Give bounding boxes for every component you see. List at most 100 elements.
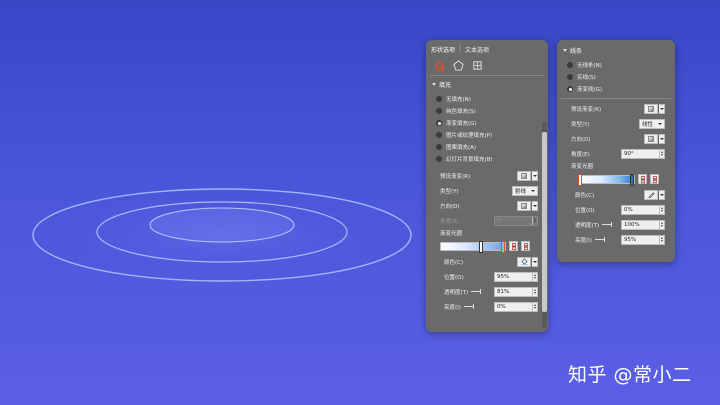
option-gradient-line[interactable]: 渐变线(G) [557, 83, 675, 95]
preset-gradient-dropdown[interactable] [659, 103, 665, 114]
section-title: 填充 [439, 82, 452, 89]
remove-stop-button[interactable] [521, 241, 530, 251]
fill-line-icon[interactable] [434, 60, 445, 71]
direction-button[interactable] [644, 133, 658, 144]
option-no-line[interactable]: 无线条(N) [557, 59, 675, 71]
gradient-stops-label: 渐变光圈 [440, 231, 463, 237]
effects-pentagon-icon[interactable] [453, 60, 464, 71]
angle-row: 角度(E) 90° [557, 146, 675, 161]
direction-button[interactable] [517, 200, 531, 211]
preset-gradient-dropdown[interactable] [532, 170, 538, 181]
preset-gradient-row: 预设渐变(R) [557, 101, 675, 116]
slider-icon[interactable] [602, 222, 613, 227]
direction-dropdown[interactable] [659, 133, 665, 144]
direction-dropdown[interactable] [532, 200, 538, 211]
type-select[interactable]: 线性 [639, 118, 665, 129]
color-dropdown[interactable] [659, 189, 665, 200]
category-icons [426, 56, 548, 75]
collapse-triangle-icon [563, 49, 567, 52]
color-row: 颜色(C) [557, 187, 675, 202]
direction-label: 方向(D) [440, 203, 460, 210]
gradient-stop-handle[interactable] [479, 240, 483, 253]
angle-label: 角度(E) [571, 151, 590, 158]
angle-value: 90° [624, 150, 634, 157]
collapse-triangle-icon [432, 83, 436, 86]
remove-stop-button[interactable] [650, 174, 659, 184]
radio-button[interactable] [436, 96, 442, 102]
preset-gradient-button[interactable] [517, 170, 531, 181]
paint-bucket-icon [520, 258, 528, 265]
format-shape-line-panel: 线条 无线条(N) 实线(S) 渐变线(G) 预设渐变(R) 类型(Y) 线性 … [557, 40, 675, 262]
option-gradient-fill[interactable]: 渐变填充(G) [426, 117, 548, 129]
radio-button[interactable] [436, 156, 442, 162]
color-label: 颜色(C) [575, 192, 595, 199]
radio-button[interactable] [567, 62, 573, 68]
brightness-spinner[interactable]: 95% [621, 234, 665, 245]
option-label: 纯色填充(S) [446, 109, 476, 115]
line-section-header[interactable]: 线条 [557, 40, 675, 59]
option-label: 无线条(N) [577, 63, 602, 69]
option-pattern-fill[interactable]: 图案填充(A) [426, 141, 548, 153]
option-solid-line[interactable]: 实线(S) [557, 71, 675, 83]
option-picture-fill[interactable]: 图片或纹理填充(P) [426, 129, 548, 141]
option-solid-fill[interactable]: 纯色填充(S) [426, 105, 548, 117]
position-label: 位置(O) [444, 274, 464, 281]
watermark: 知乎 @常小二 [568, 364, 692, 386]
section-title: 线条 [570, 48, 583, 55]
radio-button[interactable] [436, 144, 442, 150]
option-label: 实线(S) [577, 75, 596, 81]
transparency-value: 81% [497, 288, 510, 295]
gradient-stop-handle-selected[interactable] [501, 240, 505, 253]
inner-ring [149, 207, 295, 243]
radio-button[interactable] [436, 108, 442, 114]
pen-color-icon [647, 192, 655, 198]
preset-gradient-label: 预设渐变(R) [571, 106, 602, 113]
transparency-row: 透明度(T) 100% [557, 217, 675, 232]
radio-button-selected[interactable] [567, 86, 573, 92]
brightness-label: 亮度(I) [575, 237, 592, 244]
radio-button-selected[interactable] [436, 120, 442, 126]
slider-icon[interactable] [471, 289, 482, 294]
fill-section-header[interactable]: 填充 [426, 76, 548, 93]
brightness-spinner[interactable]: 0% [494, 301, 538, 312]
brightness-row: 亮度(I) 95% [557, 232, 675, 247]
transparency-spinner[interactable]: 100% [621, 219, 665, 230]
brightness-value: 95% [624, 236, 637, 243]
preset-gradient-button[interactable] [644, 103, 658, 114]
concentric-rings-graphic [32, 188, 412, 282]
color-button[interactable] [644, 189, 658, 200]
option-background-fill[interactable]: 幻灯片背景填充(B) [426, 153, 548, 165]
transparency-value: 100% [624, 221, 640, 228]
option-no-fill[interactable]: 无填充(N) [426, 93, 548, 105]
brightness-value: 0% [497, 303, 506, 310]
color-button[interactable] [517, 256, 531, 267]
position-spinner[interactable]: 95% [494, 271, 538, 282]
type-row: 类型(Y) 射线 [426, 183, 548, 198]
position-value: 95% [497, 273, 510, 280]
transparency-spinner[interactable]: 81% [494, 286, 538, 297]
slider-icon[interactable] [594, 237, 605, 242]
add-stop-button[interactable] [509, 241, 518, 251]
slider-icon[interactable] [463, 304, 474, 309]
option-label: 幻灯片背景填充(B) [446, 157, 493, 163]
scrollbar[interactable] [542, 122, 547, 328]
radio-button[interactable] [567, 74, 573, 80]
gradient-bar[interactable] [440, 240, 506, 253]
tab-shape-options[interactable]: 形状选项 [431, 45, 455, 54]
direction-row: 方向(D) [557, 131, 675, 146]
position-spinner[interactable]: 0% [621, 204, 665, 215]
tab-text-options[interactable]: 文本选项 [465, 45, 489, 54]
scrollbar-thumb[interactable] [542, 132, 547, 312]
type-select[interactable]: 射线 [512, 185, 538, 196]
angle-spinner[interactable]: 90° [621, 148, 665, 159]
transparency-label: 透明度(T) [444, 289, 469, 296]
type-value: 射线 [515, 188, 527, 195]
radio-button[interactable] [436, 132, 442, 138]
color-dropdown[interactable] [532, 256, 538, 267]
add-stop-button[interactable] [638, 174, 647, 184]
gradient-stop-handle[interactable] [630, 173, 634, 186]
gradient-bar[interactable] [578, 173, 635, 186]
gradient-stop-handle-selected[interactable] [578, 173, 582, 186]
format-shape-fill-panel: 形状选项 | 文本选项 填充 无填充(N) 纯色填充(S) 渐变填充(G) 图片… [426, 40, 548, 332]
size-properties-icon[interactable] [472, 60, 483, 71]
